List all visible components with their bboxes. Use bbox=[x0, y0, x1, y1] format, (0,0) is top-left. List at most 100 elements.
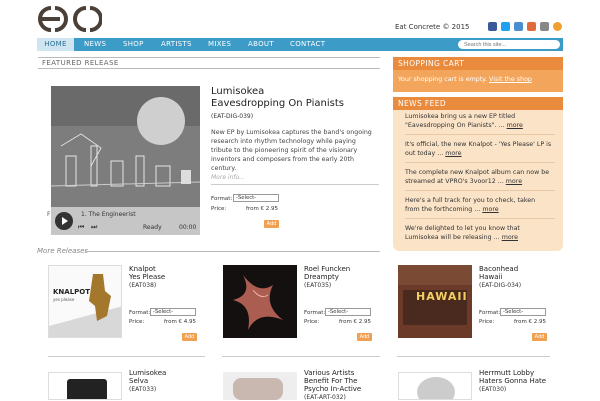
format-label: Format: bbox=[211, 196, 233, 202]
release-2-artist[interactable]: Roel Funcken bbox=[304, 265, 350, 273]
news-item-2-line-2: out today ... bbox=[405, 149, 444, 157]
release-cover-dreampty[interactable] bbox=[223, 265, 297, 338]
featured-title[interactable]: Eavesdropping On Pianists bbox=[211, 98, 344, 109]
knalpot-cover-text: KNALPOT bbox=[53, 288, 91, 296]
copyright-text: Eat Concrete © 2015 bbox=[395, 23, 470, 31]
featured-divider bbox=[211, 184, 379, 185]
release-cover-selva[interactable] bbox=[48, 372, 122, 400]
hawaii-cover-text: HAWAII bbox=[416, 290, 468, 303]
news-item-4-line-1: Here's a full track for you to check, ta… bbox=[405, 197, 536, 204]
more-releases-line bbox=[85, 251, 380, 252]
featured-label: FEATURED RELEASE bbox=[42, 59, 119, 67]
featured-catalog: (EAT-DIG-039) bbox=[211, 113, 254, 120]
news-item: Lumisokea bring us a new EP titled "Eave… bbox=[405, 113, 555, 130]
release-1-format-select[interactable]: -Select- bbox=[150, 308, 196, 316]
nav-news[interactable]: NEWS bbox=[84, 40, 106, 48]
release-1-price-label: Price: bbox=[129, 319, 145, 325]
nav-contact[interactable]: CONTACT bbox=[290, 40, 325, 48]
price-label: Price: bbox=[211, 206, 227, 212]
release-3-format-select[interactable]: -Select- bbox=[500, 308, 546, 316]
nav-shop[interactable]: SHOP bbox=[123, 40, 144, 48]
news-item-2-line-1: It's official, the new Knalpot - 'Yes Pl… bbox=[405, 141, 552, 148]
release-2-title[interactable]: Dreampty bbox=[304, 273, 339, 281]
release-3-title[interactable]: Hawaii bbox=[479, 273, 502, 281]
release-4-artist[interactable]: Lumisokea bbox=[129, 369, 166, 377]
news-item-3-more-link[interactable]: more bbox=[506, 178, 522, 185]
release-3-add-button[interactable]: Add bbox=[532, 333, 547, 341]
dreampty-cover-art bbox=[223, 265, 297, 338]
featured-artist[interactable]: Lumisokea bbox=[211, 86, 264, 97]
news-feed-heading: NEWS FEED bbox=[393, 97, 563, 110]
release-5-artist[interactable]: Various Artists bbox=[304, 369, 354, 377]
release-2-price-label: Price: bbox=[304, 319, 320, 325]
release-1-artist[interactable]: Knalpot bbox=[129, 265, 156, 273]
release-5-title-2[interactable]: Psycho In-Active bbox=[304, 385, 361, 393]
play-button[interactable] bbox=[55, 212, 73, 230]
release-cover-benefit[interactable] bbox=[223, 372, 297, 400]
discogs-icon[interactable] bbox=[540, 22, 549, 31]
release-cover-knalpot[interactable]: KNALPOT yes please bbox=[48, 265, 122, 338]
player-time: 00:00 bbox=[179, 224, 197, 231]
track-name: 1. The Engineerist bbox=[81, 211, 136, 218]
nav-artists[interactable]: ARTISTS bbox=[161, 40, 192, 48]
player-controls: 1. The Engineerist ⏮ ⏭ Ready 00:00 bbox=[51, 207, 200, 235]
google-plus-icon[interactable] bbox=[514, 22, 523, 31]
news-item-3-line-1: The complete new Knalpot album can now b… bbox=[405, 169, 550, 176]
news-item-1-more-link[interactable]: more bbox=[507, 122, 523, 129]
featured-description: New EP by Lumisokea captures the band's … bbox=[211, 129, 372, 172]
next-track-icon[interactable]: ⏭ bbox=[91, 223, 97, 232]
release-1-format-label: Format: bbox=[129, 310, 151, 316]
release-3-artist[interactable]: Baconhead bbox=[479, 265, 518, 273]
news-item-5-line-1: We're delighted to let you know that bbox=[405, 225, 520, 232]
eat-concrete-logo[interactable] bbox=[38, 6, 103, 32]
facebook-icon[interactable] bbox=[488, 22, 497, 31]
release-6-artist[interactable]: Herrmutt Lobby bbox=[479, 369, 534, 377]
release-2-add-button[interactable]: Add bbox=[357, 333, 372, 341]
soundcloud-icon[interactable] bbox=[527, 22, 536, 31]
shopping-cart-body: Your shopping cart is empty. Visit the s… bbox=[393, 70, 563, 92]
news-separator bbox=[405, 162, 555, 163]
nav-about[interactable]: ABOUT bbox=[248, 40, 274, 48]
prev-track-icon[interactable]: ⏮ bbox=[78, 223, 84, 232]
release-2-format-select[interactable]: -Select- bbox=[325, 308, 371, 316]
release-5-title[interactable]: Benefit For The bbox=[304, 377, 357, 385]
featured-header: FEATURED RELEASE bbox=[38, 57, 380, 69]
release-cover-haters[interactable] bbox=[398, 372, 472, 400]
news-feed-panel: Lumisokea bring us a new EP titled "Eave… bbox=[393, 110, 563, 251]
main-nav: HOME NEWS SHOP ARTISTS MIXES ABOUT CONTA… bbox=[37, 38, 380, 51]
visit-shop-link[interactable]: Visit the shop bbox=[489, 76, 532, 83]
format-select[interactable]: -Select- bbox=[233, 194, 279, 202]
release-1-price: from € 4.95 bbox=[164, 319, 197, 325]
release-4-catalog: (EAT033) bbox=[129, 386, 157, 393]
release-4-title[interactable]: Selva bbox=[129, 377, 148, 385]
shopping-cart-heading: SHOPPING CART bbox=[393, 57, 563, 70]
release-cover-hawaii[interactable]: HAWAII bbox=[398, 265, 472, 338]
more-releases-label: More Releases bbox=[37, 247, 89, 255]
row-divider-3 bbox=[397, 356, 550, 357]
news-item: It's official, the new Knalpot - 'Yes Pl… bbox=[405, 141, 555, 158]
twitter-icon[interactable] bbox=[501, 22, 510, 31]
row-divider-2 bbox=[222, 356, 380, 357]
news-item-5-more-link[interactable]: more bbox=[502, 234, 518, 241]
rss-icon[interactable] bbox=[553, 22, 562, 31]
news-item-3-line-2: streamed at VPRO's 3voor12 ... bbox=[405, 177, 504, 185]
release-6-title[interactable]: Haters Gonna Hate bbox=[479, 377, 546, 385]
news-separator bbox=[405, 134, 555, 135]
nav-home[interactable]: HOME bbox=[37, 38, 74, 51]
knalpot-cover-art bbox=[49, 266, 121, 337]
release-3-format-label: Format: bbox=[479, 310, 501, 316]
news-separator bbox=[405, 190, 555, 191]
add-to-cart-button[interactable]: Add bbox=[264, 220, 279, 228]
news-item-2-more-link[interactable]: more bbox=[445, 150, 461, 157]
search-input[interactable] bbox=[458, 40, 560, 49]
featured-cover-player[interactable]: 1. The Engineerist ⏮ ⏭ Ready 00:00 bbox=[51, 86, 200, 235]
release-1-title[interactable]: Yes Please bbox=[129, 273, 165, 281]
nav-mixes[interactable]: MIXES bbox=[208, 40, 231, 48]
news-item: Here's a full track for you to check, ta… bbox=[405, 197, 555, 214]
play-icon bbox=[62, 217, 68, 225]
news-item-4-more-link[interactable]: more bbox=[482, 206, 498, 213]
more-info-link[interactable]: More info... bbox=[211, 174, 245, 181]
news-item: We're delighted to let you know that Lum… bbox=[405, 225, 555, 242]
release-1-add-button[interactable]: Add bbox=[182, 333, 197, 341]
news-item-5-line-2: Lumisokea will be releasing ... bbox=[405, 233, 500, 241]
